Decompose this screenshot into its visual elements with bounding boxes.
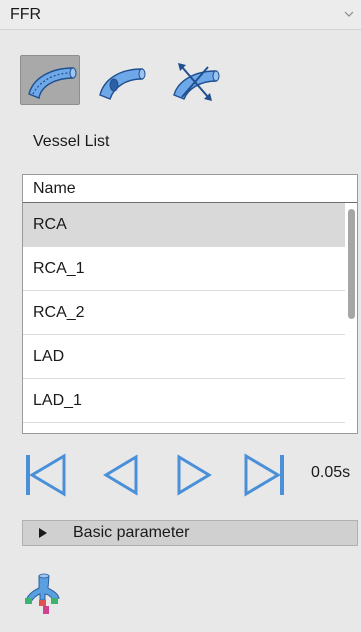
probe-tool-button[interactable] — [92, 55, 152, 105]
vessel-tree-icon — [25, 573, 60, 614]
table-scrollbar[interactable] — [345, 203, 357, 433]
table-row[interactable]: LAD — [23, 335, 345, 379]
skip-to-end-icon — [244, 453, 284, 497]
row-label: RCA — [33, 216, 67, 233]
centerline-tool-button[interactable] — [20, 55, 80, 105]
skip-to-start-button[interactable] — [20, 450, 70, 500]
row-label: LAD — [33, 348, 65, 365]
table-row[interactable]: RCA_2 — [23, 291, 345, 335]
row-label: LAD_1 — [33, 392, 82, 409]
table-header[interactable]: Name — [23, 175, 357, 203]
playback-controls — [20, 450, 360, 500]
vessel-table: Name RCA RCA_1 RCA_2 LAD LAD_1 — [22, 174, 358, 434]
vessel-probe-icon — [99, 68, 146, 100]
playback-time: 0.05s — [311, 464, 351, 481]
vessel-transform-icon — [173, 63, 220, 101]
ffr-panel: FFR Vessel List Name RCA RCA_1 RCA_2 LAD… — [0, 0, 361, 632]
expand-arrow-icon — [39, 528, 47, 538]
chevron-down-icon[interactable] — [343, 8, 355, 20]
table-row[interactable]: RCA_1 — [23, 247, 345, 291]
vessel-tree-button[interactable] — [23, 572, 63, 616]
play-button[interactable] — [173, 450, 223, 500]
column-header-name: Name — [33, 180, 76, 197]
table-body: RCA RCA_1 RCA_2 LAD LAD_1 — [23, 203, 345, 423]
row-label: RCA_2 — [33, 304, 85, 321]
vessel-list-label: Vessel List — [33, 133, 110, 150]
transform-tool-button[interactable] — [164, 55, 224, 105]
basic-parameter-label: Basic parameter — [73, 524, 190, 541]
basic-parameter-section[interactable]: Basic parameter — [22, 520, 358, 546]
previous-button[interactable] — [98, 450, 148, 500]
table-row[interactable]: LAD_1 — [23, 379, 345, 423]
row-label: RCA_1 — [33, 260, 85, 277]
skip-to-end-button[interactable] — [240, 450, 290, 500]
vessel-toolbar — [20, 55, 240, 105]
play-icon — [177, 454, 212, 496]
table-row[interactable]: RCA — [23, 203, 345, 247]
panel-header[interactable]: FFR — [0, 0, 361, 30]
previous-icon — [103, 454, 138, 496]
panel-title: FFR — [10, 6, 42, 23]
scrollbar-thumb[interactable] — [348, 209, 355, 319]
skip-to-start-icon — [26, 453, 66, 497]
vessel-centerline-icon — [28, 67, 77, 99]
